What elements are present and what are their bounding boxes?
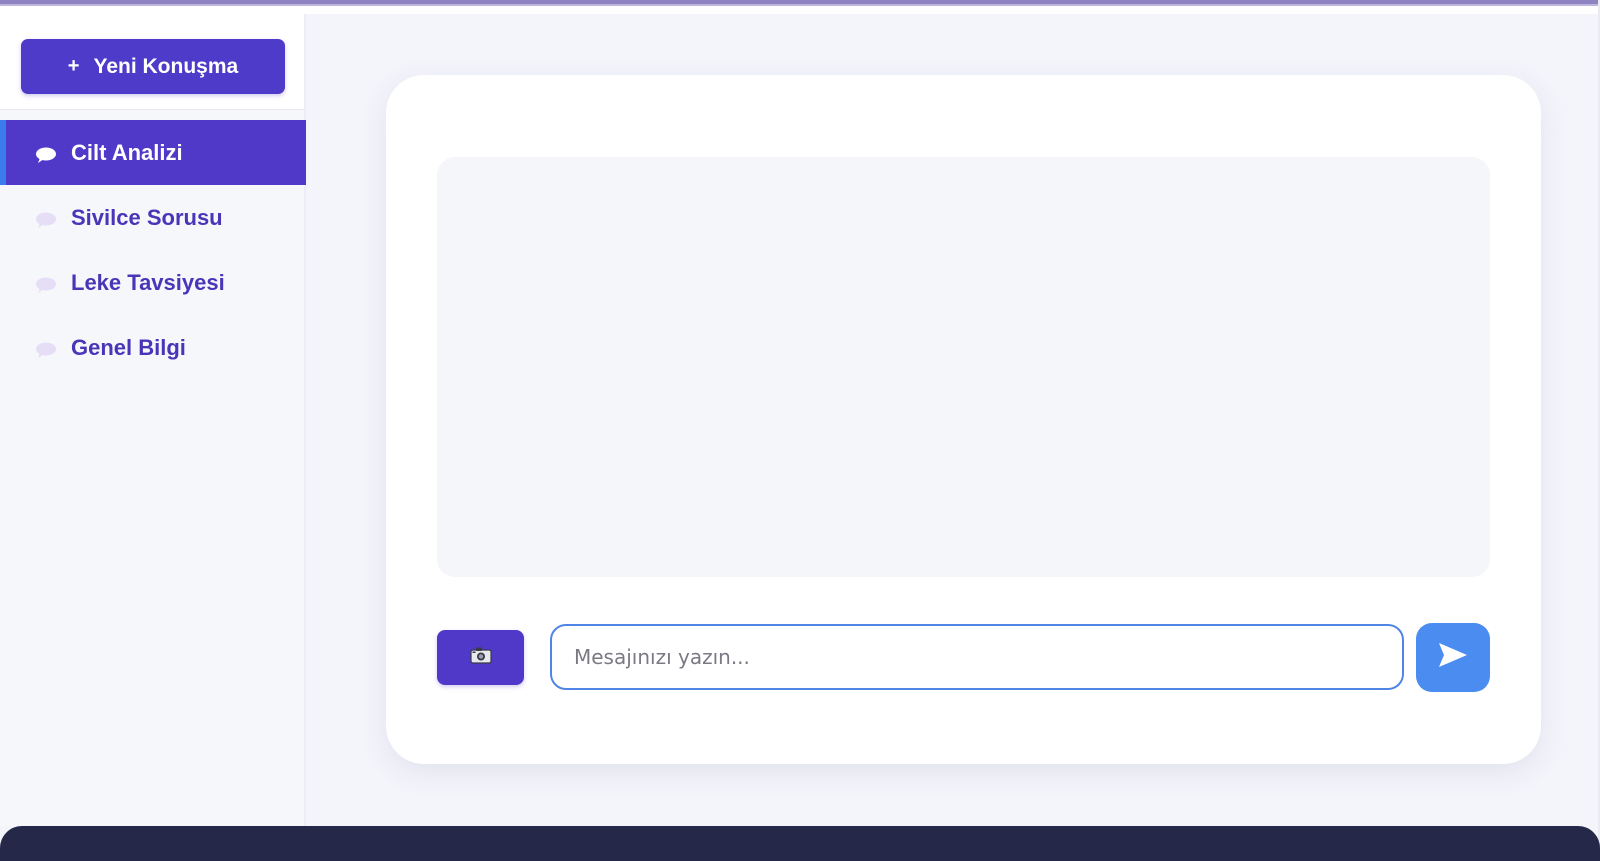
plus-icon: + [67, 55, 80, 77]
camera-upload-button[interactable] [437, 630, 524, 685]
camera-icon [469, 646, 492, 669]
conversation-item-sivilce-sorusu[interactable]: Sivilce Sorusu [0, 185, 306, 250]
speech-bubble-icon [35, 274, 57, 293]
send-icon [1438, 642, 1468, 673]
conversation-list: Cilt Analizi Sivilce Sorusu Leke Tavsiye… [0, 120, 306, 380]
conversation-label: Cilt Analizi [71, 139, 183, 165]
sidebar-header: + Yeni Konuşma [0, 14, 304, 110]
speech-bubble-icon [35, 209, 57, 228]
conversation-label: Sivilce Sorusu [71, 204, 223, 230]
conversation-item-cilt-analizi[interactable]: Cilt Analizi [0, 120, 306, 185]
speech-bubble-icon [35, 339, 57, 358]
bottom-bar [0, 826, 1600, 861]
messages-area [437, 157, 1490, 577]
new-chat-button[interactable]: + Yeni Konuşma [21, 39, 285, 94]
conversation-item-genel-bilgi[interactable]: Genel Bilgi [0, 315, 306, 380]
message-input[interactable] [550, 624, 1404, 690]
top-bar [0, 0, 1600, 14]
conversation-label: Leke Tavsiyesi [71, 269, 225, 295]
sidebar: + Yeni Konuşma Cilt Analizi Sivilce Soru… [0, 14, 306, 826]
chat-panel [386, 75, 1541, 764]
new-chat-label: Yeni Konuşma [93, 54, 239, 78]
conversation-item-leke-tavsiyesi[interactable]: Leke Tavsiyesi [0, 250, 306, 315]
conversation-label: Genel Bilgi [71, 334, 186, 360]
top-accent-line [0, 4, 1600, 6]
speech-bubble-icon [35, 144, 57, 163]
send-button[interactable] [1416, 623, 1490, 692]
